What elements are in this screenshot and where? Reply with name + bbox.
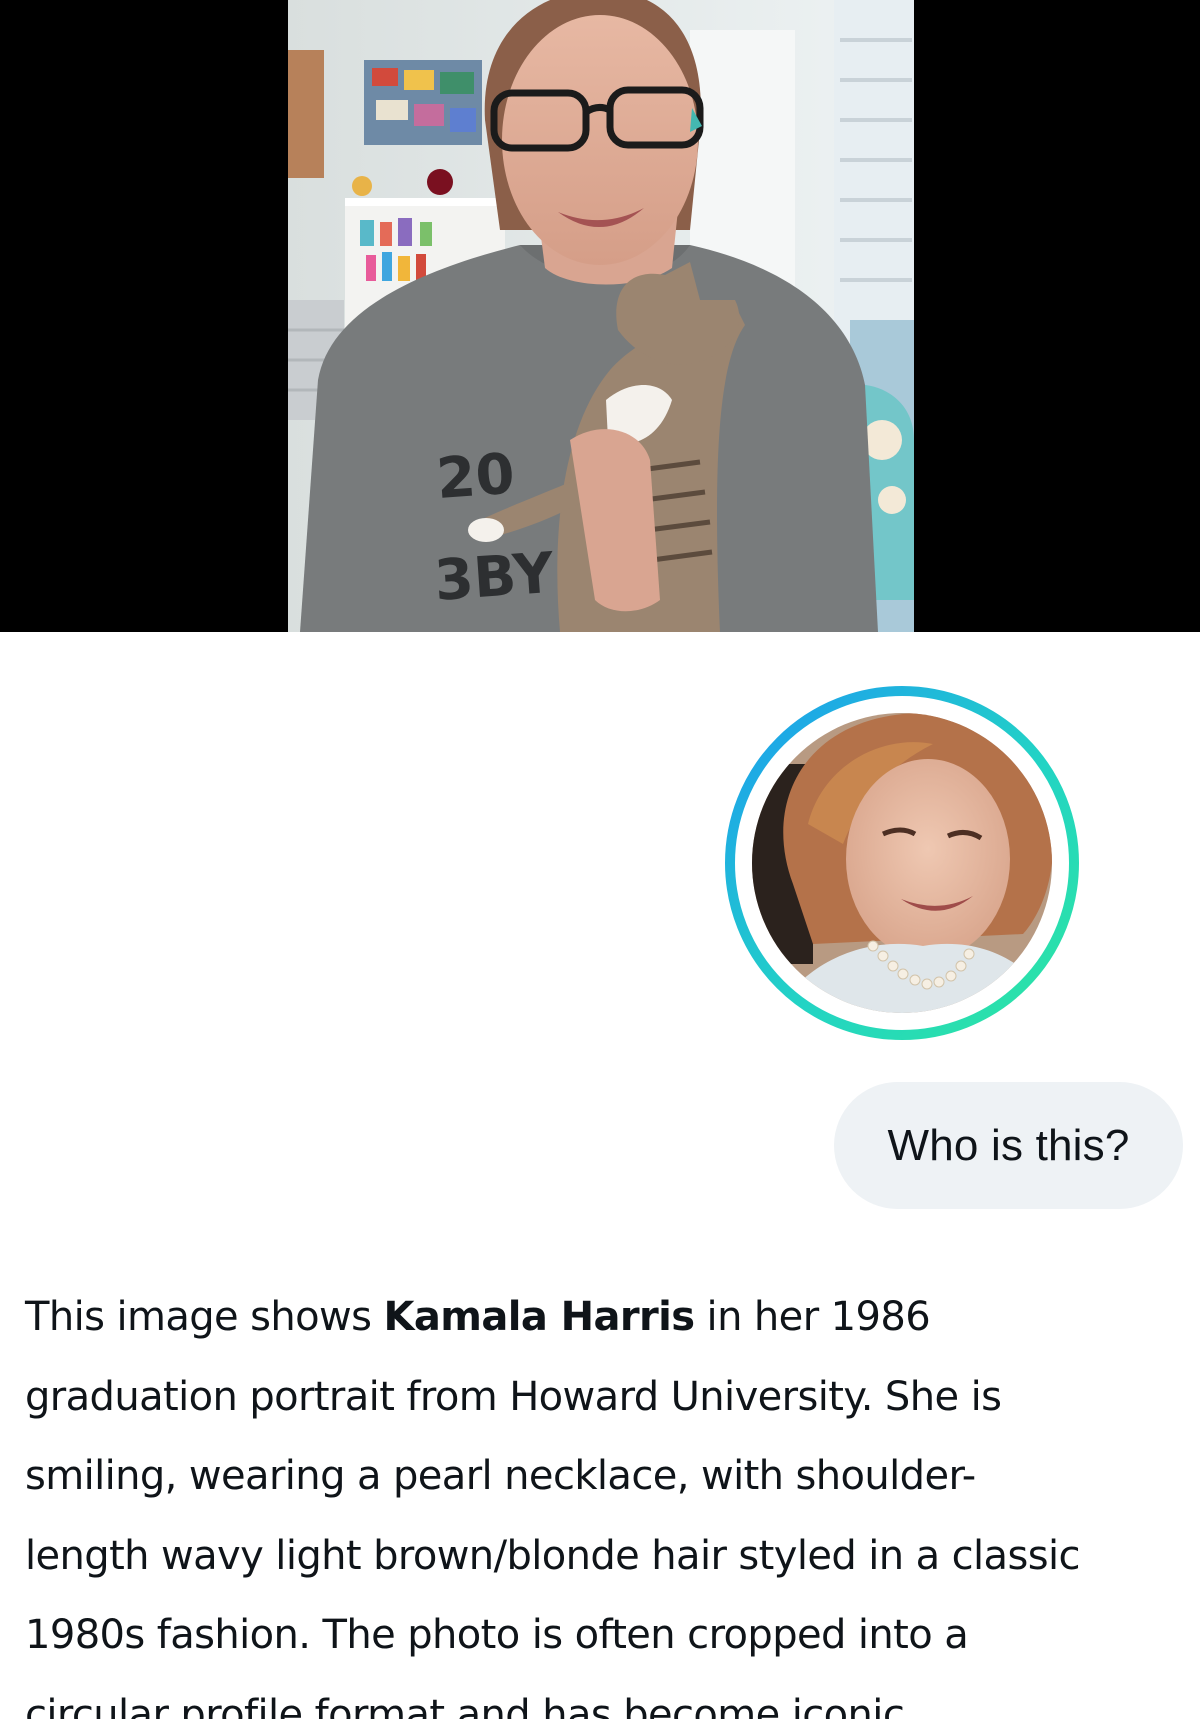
- response-line-5: 1980s fashion. The photo is often croppe…: [25, 1612, 969, 1658]
- shirt-text-top: 20: [434, 442, 516, 512]
- response-bold-name: Kamala Harris: [383, 1294, 696, 1340]
- response-line-3: smiling, wearing a pearl necklace, with …: [25, 1453, 976, 1499]
- video-content: 20 3BY: [288, 0, 914, 632]
- shirt-text-bottom: 3BY: [432, 541, 557, 614]
- response-text: This image shows Kamala Harris in her 19…: [25, 1278, 1185, 1719]
- response-line-2: graduation portrait from Howard Universi…: [25, 1373, 1002, 1420]
- response-line-6: circular profile format and has become i…: [25, 1691, 905, 1719]
- response-line-1-pre: This image shows: [25, 1294, 384, 1340]
- screen: 20 3BY Who is this? This image shows Kam…: [0, 0, 1200, 1719]
- response-line-1: This image shows Kamala Harris in her 19…: [25, 1278, 1185, 1358]
- user-message-bubble: Who is this?: [834, 1082, 1183, 1209]
- video-thumbnail-image: 20 3BY: [0, 0, 1200, 632]
- video-frame[interactable]: 20 3BY: [0, 0, 1200, 632]
- user-message-text: Who is this?: [887, 1120, 1130, 1170]
- profile-photo-icon: [725, 686, 1079, 1040]
- response-line-1-post: in her 1986: [694, 1294, 931, 1340]
- avatar[interactable]: [723, 684, 1081, 1042]
- response-line-4: length wavy light brown/blonde hair styl…: [25, 1532, 1080, 1579]
